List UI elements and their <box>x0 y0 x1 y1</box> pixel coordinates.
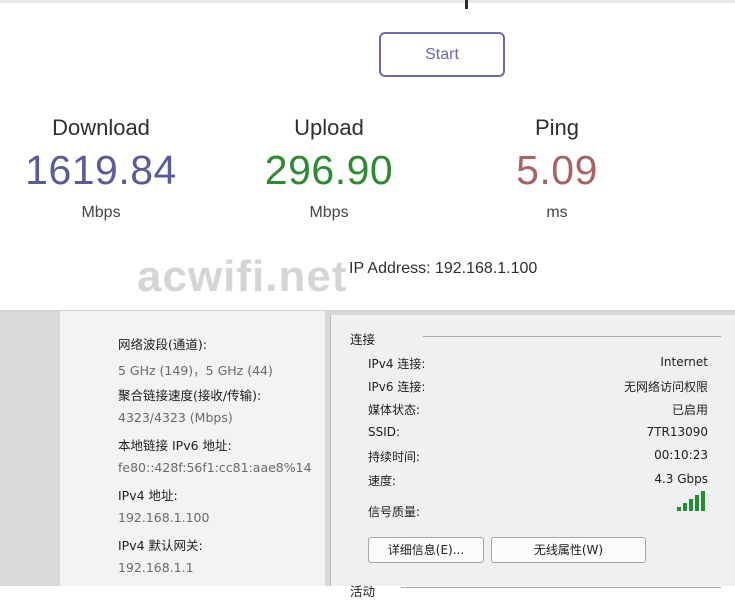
watermark: acwifi.net <box>137 252 348 301</box>
row-label: SSID: <box>368 425 401 439</box>
row-value: 00:10:23 <box>654 448 708 462</box>
ping-value: 5.09 <box>516 147 598 193</box>
gauge-needle <box>465 0 468 9</box>
ip-address: IP Address: 192.168.1.100 <box>349 260 538 277</box>
detail-value: 192.168.1.100 <box>118 510 210 525</box>
row-label: 持续时间: <box>368 450 421 464</box>
row-value: 7TR13090 <box>646 425 708 439</box>
start-button[interactable]: Start <box>379 32 505 77</box>
row-value: Internet <box>660 355 708 369</box>
detail-key: IPv4 地址: <box>118 488 178 503</box>
detail-value: 192.168.1.1 <box>118 560 194 575</box>
signal-bar <box>689 499 693 511</box>
upload-metric: Upload 296.90 Mbps <box>229 115 429 222</box>
row-label: 媒体状态: <box>368 403 421 417</box>
row-label: 速度: <box>368 474 397 488</box>
activity-section-title: 活动 <box>350 584 376 599</box>
detail-key: 网络波段(通道): <box>118 337 207 352</box>
signal-bar <box>695 495 699 511</box>
download-value: 1619.84 <box>25 147 177 193</box>
ssid-row: SSID: 7TR13090 <box>368 425 708 439</box>
ping-metric: Ping 5.09 ms <box>457 115 657 222</box>
media-state-row: 媒体状态: 已启用 <box>368 401 708 418</box>
speed-row: 速度: 4.3 Gbps <box>368 472 708 489</box>
ping-label: Ping <box>534 115 580 140</box>
network-details-pane: 网络波段(通道): 5 GHz (149)，5 GHz (44) 聚合链接速度(… <box>60 311 325 586</box>
top-divider <box>0 0 735 3</box>
row-label: 信号质量: <box>368 505 421 519</box>
duration-row: 持续时间: 00:10:23 <box>368 448 708 465</box>
signal-strength-icon <box>677 491 705 511</box>
wireless-properties-button[interactable]: 无线属性(W) <box>491 537 646 563</box>
upload-value: 296.90 <box>264 147 394 193</box>
row-label: IPv4 连接: <box>368 357 426 371</box>
download-unit: Mbps <box>81 204 121 221</box>
ping-unit: ms <box>546 204 568 221</box>
details-button[interactable]: 详细信息(E)... <box>368 537 484 563</box>
detail-key: 聚合链接速度(接收/传输): <box>118 388 262 403</box>
upload-unit: Mbps <box>309 204 349 221</box>
connection-section-title: 连接 <box>350 332 376 347</box>
detail-value: fe80::428f:56f1:cc81:aae8%14 <box>118 460 312 475</box>
download-metric: Download 1619.84 Mbps <box>1 115 201 222</box>
detail-value: 5 GHz (149)，5 GHz (44) <box>118 363 273 378</box>
section-divider <box>401 587 721 588</box>
download-label: Download <box>52 115 150 140</box>
row-label: IPv6 连接: <box>368 380 426 394</box>
upload-label: Upload <box>294 115 364 140</box>
row-value: 已启用 <box>671 403 708 417</box>
speedtest-panel: Start Download 1619.84 Mbps Upload 296.9… <box>0 0 735 311</box>
detail-key: 本地链接 IPv6 地址: <box>118 438 232 453</box>
ipv4-connection-row: IPv4 连接: Internet <box>368 355 708 372</box>
signal-quality-row: 信号质量: <box>368 491 708 520</box>
signal-bar <box>683 503 687 511</box>
detail-value: 4323/4323 (Mbps) <box>118 410 233 425</box>
signal-bar <box>701 491 705 511</box>
row-value: 无网络访问权限 <box>623 380 708 394</box>
signal-bar <box>677 507 681 511</box>
ipv6-connection-row: IPv6 连接: 无网络访问权限 <box>368 378 708 395</box>
detail-key: IPv4 默认网关: <box>118 538 203 553</box>
connection-pane: 连接 IPv4 连接: Internet IPv6 连接: 无网络访问权限 媒体… <box>330 315 735 599</box>
row-value: 4.3 Gbps <box>654 472 708 486</box>
network-status-window: 网络波段(通道): 5 GHz (149)，5 GHz (44) 聚合链接速度(… <box>0 311 735 599</box>
section-divider <box>423 336 721 337</box>
